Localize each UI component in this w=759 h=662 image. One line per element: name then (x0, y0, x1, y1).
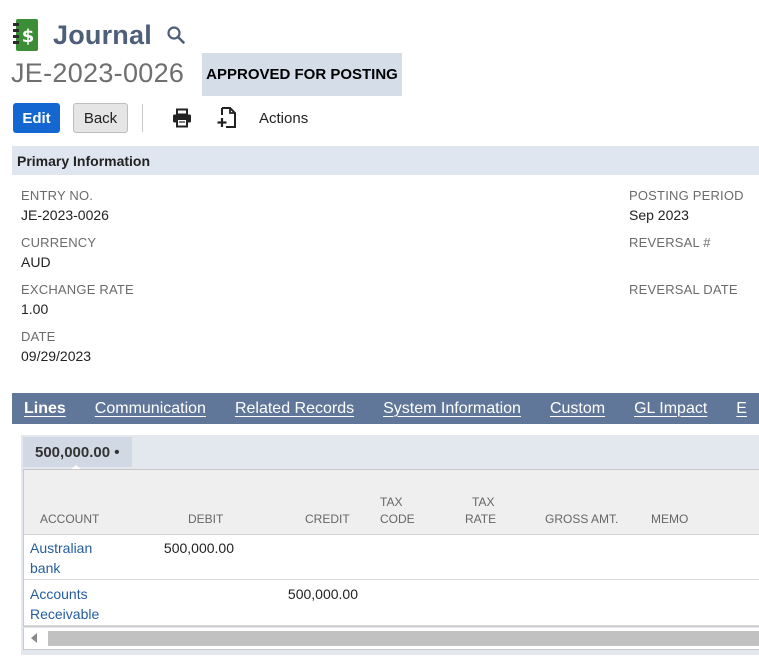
table-header: ACCOUNT DEBIT CREDIT TAX CODE TAX RATE G… (24, 470, 759, 535)
date-label: DATE (21, 329, 56, 344)
svg-text:$: $ (22, 26, 35, 47)
column-memo[interactable]: MEMO (651, 511, 688, 528)
record-tabs: Lines Communication Related Records Syst… (12, 393, 759, 424)
column-tax-code-line1[interactable]: TAX (380, 494, 402, 511)
new-document-icon[interactable] (217, 107, 237, 129)
tab-related-records[interactable]: Related Records (235, 400, 354, 418)
tab-lines[interactable]: Lines (24, 400, 66, 418)
journal-dollar-icon: $ (13, 19, 39, 51)
status-badge: APPROVED FOR POSTING (202, 53, 402, 96)
account-link-line2[interactable]: bank (30, 558, 60, 578)
column-credit[interactable]: CREDIT (305, 511, 350, 528)
page-header: $ Journal (13, 16, 186, 54)
debit-cell: 500,000.00 (163, 540, 234, 556)
tab-overflow[interactable]: E (736, 400, 747, 418)
search-icon[interactable] (166, 25, 186, 45)
credit-cell: 500,000.00 (287, 586, 358, 602)
scroll-left-arrow-icon[interactable] (31, 633, 37, 643)
actions-menu[interactable]: Actions (259, 110, 308, 127)
account-link-line2[interactable]: Receivable (30, 604, 99, 624)
posting-period-value: Sep 2023 (629, 207, 689, 223)
page-title: Journal (53, 19, 152, 50)
date-value: 09/29/2023 (21, 348, 92, 364)
posting-period-label: POSTING PERIOD (629, 188, 744, 203)
lines-table: ACCOUNT DEBIT CREDIT TAX CODE TAX RATE G… (23, 469, 759, 627)
reversal-no-label: REVERSAL # (629, 235, 711, 250)
column-account[interactable]: ACCOUNT (40, 511, 99, 528)
tab-gl-impact[interactable]: GL Impact (634, 400, 707, 418)
record-number: JE-2023-0026 (11, 58, 185, 88)
currency-value: AUD (21, 254, 51, 270)
back-button[interactable]: Back (73, 103, 128, 133)
exchange-rate-value: 1.00 (21, 301, 49, 317)
column-debit[interactable]: DEBIT (188, 511, 223, 528)
table-row: Australian bank 500,000.00 (24, 535, 759, 580)
exchange-rate-label: EXCHANGE RATE (21, 282, 134, 297)
account-link-line1[interactable]: Australian (30, 538, 92, 558)
tab-custom[interactable]: Custom (550, 400, 605, 418)
scroll-thumb[interactable] (48, 631, 759, 646)
toolbar-divider (142, 104, 143, 132)
print-icon[interactable] (172, 108, 192, 128)
primary-information-header[interactable]: Primary Information (12, 146, 759, 175)
account-link-line1[interactable]: Accounts (30, 584, 88, 604)
reversal-date-label: REVERSAL DATE (629, 282, 738, 297)
column-tax-code-line2[interactable]: CODE (380, 511, 415, 528)
tab-communication[interactable]: Communication (95, 400, 206, 418)
entry-no-value: JE-2023-0026 (21, 207, 109, 223)
entry-no-label: ENTRY NO. (21, 188, 94, 203)
column-tax-rate-line2[interactable]: RATE (465, 511, 496, 528)
table-row: Accounts Receivable 500,000.00 (24, 581, 759, 626)
horizontal-scrollbar[interactable] (23, 628, 759, 650)
column-tax-rate-line1[interactable]: TAX (472, 494, 494, 511)
edit-button[interactable]: Edit (13, 103, 60, 133)
tab-system-information[interactable]: System Information (383, 400, 521, 418)
column-gross-amt[interactable]: GROSS AMT. (545, 511, 618, 528)
currency-label: CURRENCY (21, 235, 97, 250)
lines-subtab[interactable]: 500,000.00 • (23, 437, 132, 467)
